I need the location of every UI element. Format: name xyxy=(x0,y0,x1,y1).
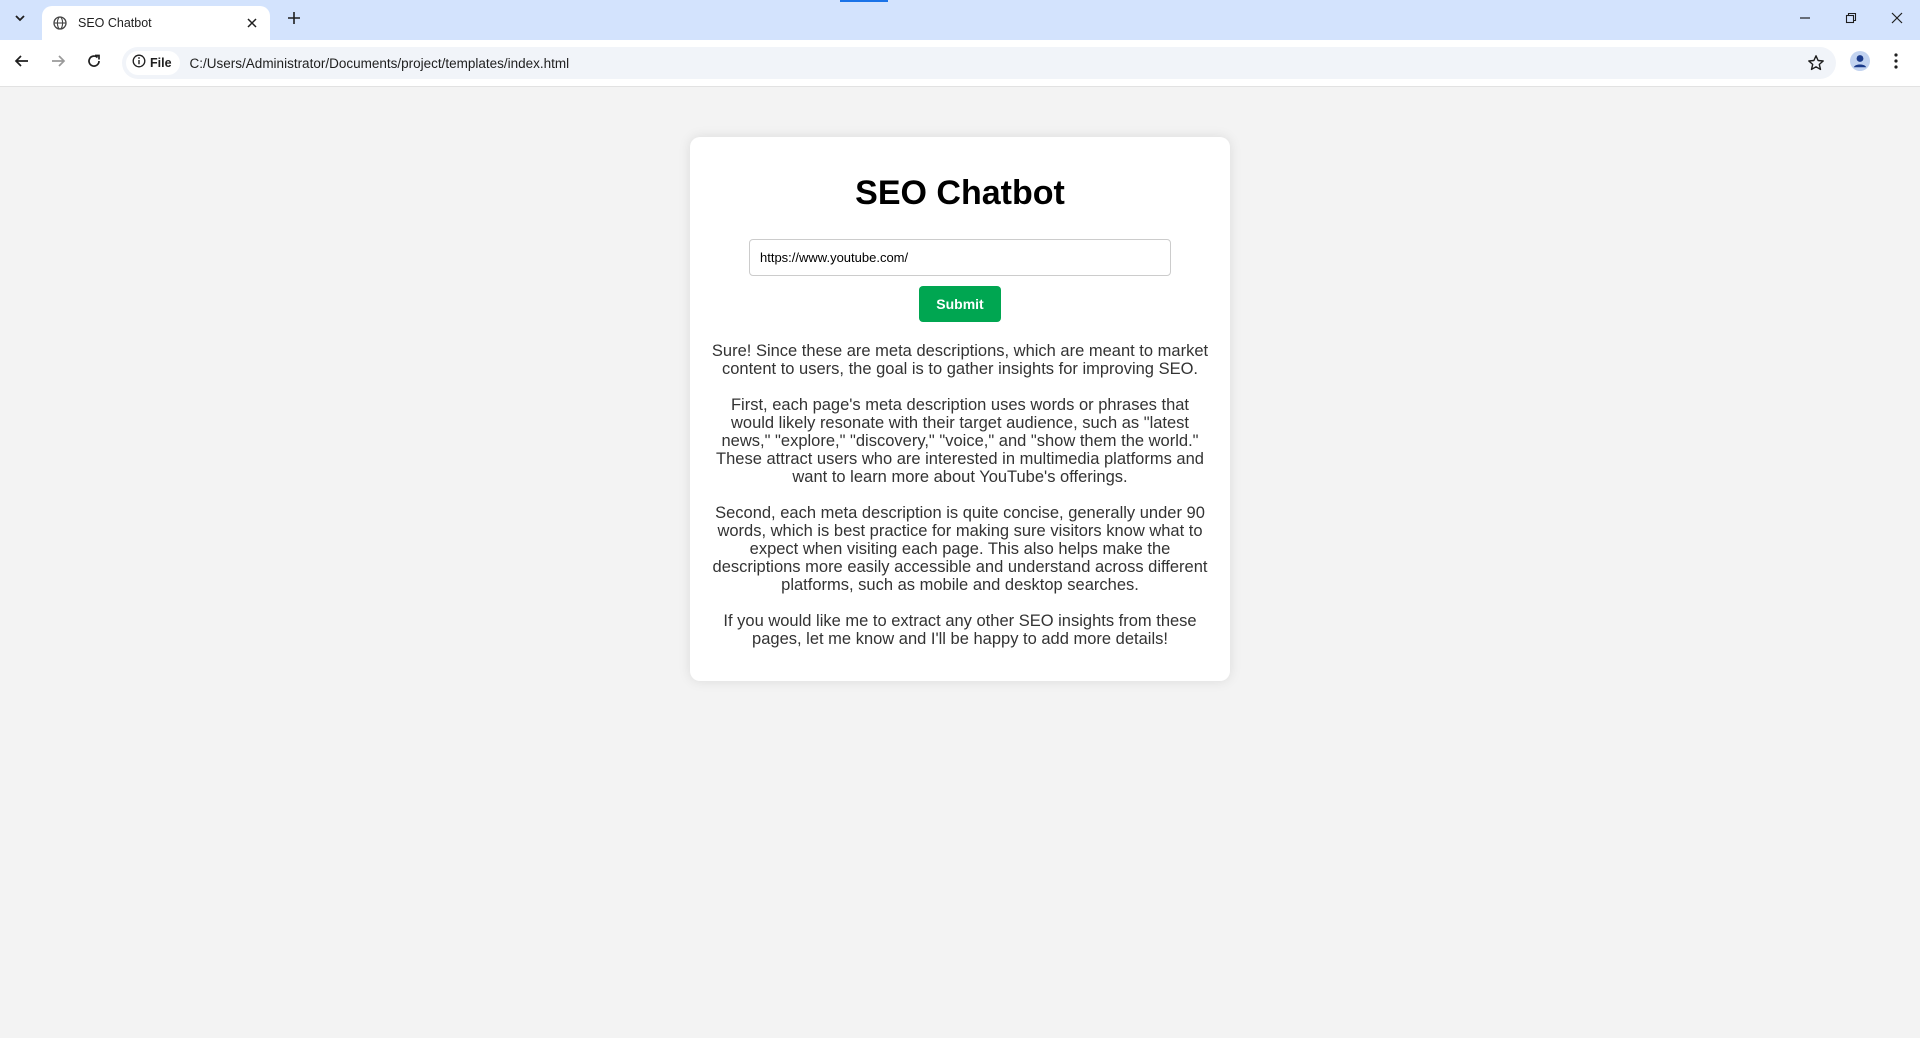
close-window-button[interactable] xyxy=(1874,0,1920,40)
profile-button[interactable] xyxy=(1846,49,1874,77)
response-paragraph: Second, each meta description is quite c… xyxy=(712,504,1208,594)
back-button[interactable] xyxy=(6,47,38,79)
reload-icon xyxy=(86,53,102,74)
forward-button[interactable] xyxy=(42,47,74,79)
forward-arrow-icon xyxy=(50,53,66,74)
chevron-down-icon xyxy=(14,11,26,29)
chatbot-response: Sure! Since these are meta descriptions,… xyxy=(710,342,1210,648)
new-tab-button[interactable] xyxy=(280,8,308,32)
minimize-icon xyxy=(1799,11,1811,29)
minimize-button[interactable] xyxy=(1782,0,1828,40)
active-tab[interactable]: SEO Chatbot xyxy=(42,6,270,40)
page-title: SEO Chatbot xyxy=(855,174,1065,212)
star-icon[interactable] xyxy=(1802,49,1830,77)
profile-icon xyxy=(1849,50,1871,77)
tab-search-button[interactable] xyxy=(6,8,34,32)
tab-strip: SEO Chatbot xyxy=(0,0,1920,40)
site-info-chip[interactable]: File xyxy=(126,51,180,75)
chatbot-card: SEO Chatbot Submit Sure! Since these are… xyxy=(690,137,1230,681)
browser-toolbar: File C:/Users/Administrator/Documents/pr… xyxy=(0,40,1920,87)
info-icon xyxy=(132,54,146,73)
restore-icon xyxy=(1845,11,1857,29)
response-paragraph: First, each page's meta description uses… xyxy=(716,396,1204,486)
tab-strip-indicator xyxy=(840,0,888,2)
back-arrow-icon xyxy=(14,53,30,74)
site-chip-label: File xyxy=(150,56,172,70)
close-icon[interactable] xyxy=(242,13,262,33)
submit-button[interactable]: Submit xyxy=(919,286,1001,322)
kebab-menu-icon xyxy=(1894,52,1898,74)
browser-menu-button[interactable] xyxy=(1882,49,1910,77)
url-input[interactable] xyxy=(749,239,1171,276)
plus-icon xyxy=(287,11,301,30)
close-icon xyxy=(1891,11,1903,29)
restore-button[interactable] xyxy=(1828,0,1874,40)
response-paragraph: Sure! Since these are meta descriptions,… xyxy=(711,342,1209,378)
response-paragraph: If you would like me to extract any othe… xyxy=(723,612,1197,648)
tab-title: SEO Chatbot xyxy=(78,16,152,30)
reload-button[interactable] xyxy=(78,47,110,79)
globe-icon xyxy=(52,15,68,31)
address-bar[interactable]: File C:/Users/Administrator/Documents/pr… xyxy=(122,47,1836,79)
url-text[interactable]: C:/Users/Administrator/Documents/project… xyxy=(190,56,1802,71)
